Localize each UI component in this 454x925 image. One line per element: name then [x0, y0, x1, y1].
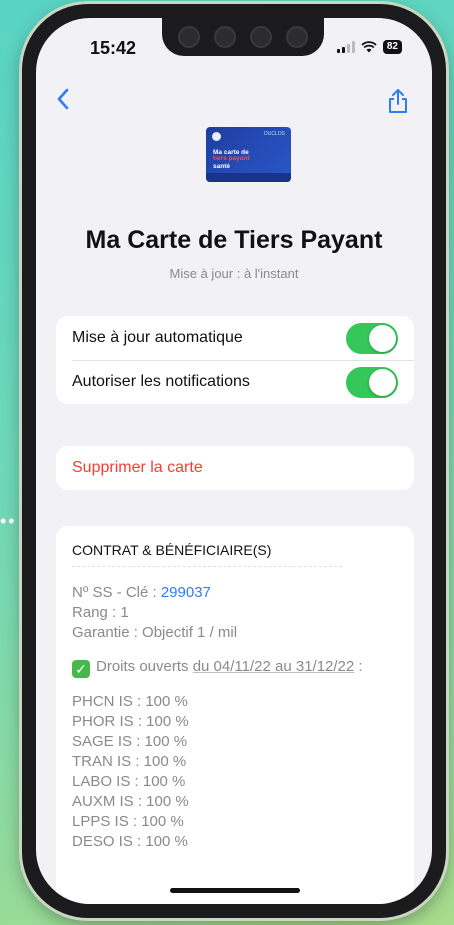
card-brand: DUCLOS [264, 131, 285, 137]
status-time: 15:42 [90, 38, 137, 58]
details-card: CONTRAT & BÉNÉFICIAIRE(S) Nº SS - Clé : … [56, 526, 414, 904]
notifications-row: Autoriser les notifications [56, 360, 414, 404]
droits-dates-link[interactable]: du 04/11/22 au 31/12/22 [193, 658, 355, 675]
card-logo-icon [212, 132, 221, 141]
settings-group: Mise à jour automatique Autoriser les no… [56, 316, 414, 404]
coverage-item: SAGE IS : 100 % [72, 733, 188, 750]
auto-update-toggle[interactable] [346, 323, 398, 354]
ss-number-link[interactable]: 299037 [161, 584, 211, 601]
card-text-line3: santé [213, 163, 230, 170]
decorative-dots: •• [0, 511, 17, 531]
phone-frame: 15:42 82 DUCLOS Ma carte de tiers payant… [22, 4, 446, 918]
chevron-left-icon [57, 88, 69, 110]
coverage-item: TRAN IS : 100 % [72, 753, 187, 770]
coverage-item: LPPS IS : 100 % [72, 813, 184, 830]
delete-group: Supprimer la carte [56, 446, 414, 490]
page-title: Ma Carte de Tiers Payant [85, 226, 383, 254]
sensor-dot [286, 26, 308, 48]
sensor-dot [214, 26, 236, 48]
delete-card-label: Supprimer la carte [72, 459, 203, 476]
signal-icon [336, 41, 355, 53]
home-indicator[interactable] [170, 888, 300, 893]
notifications-label: Autoriser les notifications [72, 373, 250, 390]
card-thumbnail: DUCLOS Ma carte de tiers payant santé [206, 127, 291, 182]
dynamic-island [162, 18, 324, 56]
battery-icon: 82 [382, 40, 402, 54]
details-header: CONTRAT & BÉNÉFICIAIRE(S) [72, 542, 272, 558]
rang-line: Rang : 1 [72, 604, 129, 621]
card-strip [206, 173, 291, 182]
sensor-dot [250, 26, 272, 48]
coverage-item: PHOR IS : 100 % [72, 713, 189, 730]
coverage-item: PHCN IS : 100 % [72, 693, 188, 710]
garantie-line: Garantie : Objectif 1 / mil [72, 624, 238, 641]
delete-card-button[interactable]: Supprimer la carte [56, 446, 414, 490]
status-icons: 82 [336, 40, 402, 54]
share-button[interactable] [386, 88, 410, 114]
notifications-toggle[interactable] [346, 367, 398, 398]
ss-number-line: Nº SS - Clé : 299037 [72, 583, 398, 603]
camera-lens [178, 26, 200, 48]
last-update-text: Mise à jour : à l'instant [169, 266, 299, 281]
droits-prefix: Droits ouverts [96, 658, 189, 675]
card-text-line2: tiers payant [213, 155, 250, 162]
divider [72, 566, 342, 567]
droits-suffix: : [358, 658, 363, 675]
back-button[interactable] [56, 88, 70, 114]
coverage-item: DESO IS : 100 % [72, 833, 188, 850]
screen: 15:42 82 DUCLOS Ma carte de tiers payant… [36, 18, 432, 904]
auto-update-row: Mise à jour automatique [56, 316, 414, 360]
auto-update-label: Mise à jour automatique [72, 329, 243, 346]
coverage-item: AUXM IS : 100 % [72, 793, 189, 810]
ss-label: Nº SS - Clé : [72, 584, 157, 601]
checkmark-icon: ✓ [72, 660, 90, 678]
share-icon [389, 89, 407, 113]
coverage-item: LABO IS : 100 % [72, 773, 186, 790]
wifi-icon [361, 41, 377, 53]
droits-line: ✓ Droits ouverts du 04/11/22 au 31/12/22 … [72, 657, 398, 678]
